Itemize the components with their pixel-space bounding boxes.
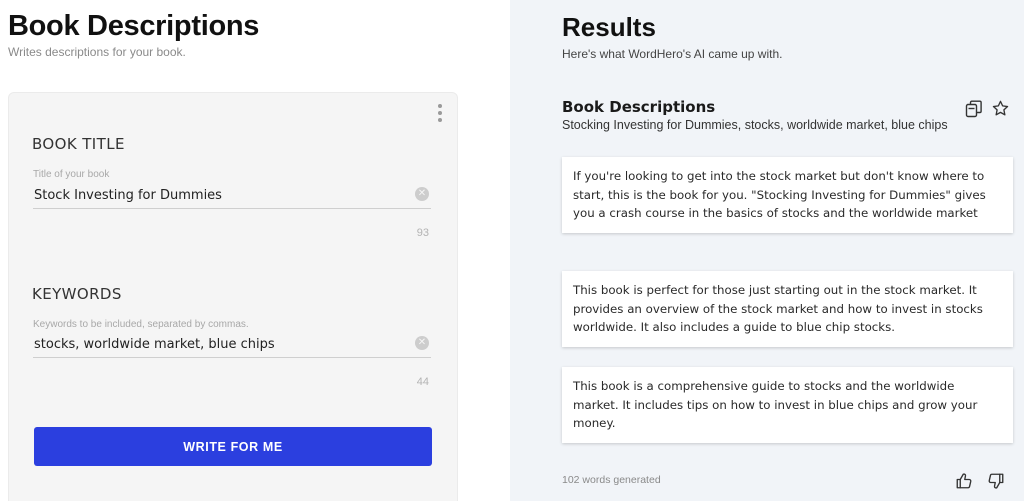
thumbs-down-icon[interactable] [987,472,1005,490]
thumbs-up-icon[interactable] [955,472,973,490]
keywords-field-label: Keywords to be included, separated by co… [33,319,249,330]
clear-icon[interactable]: ✕ [415,336,429,350]
book-title-char-count: 93 [416,227,429,239]
keywords-section-label: KEYWORDS [32,285,122,303]
output-title: Book Descriptions [562,98,716,116]
result-card-3: This book is a comprehensive guide to st… [562,367,1013,443]
book-title-section-label: BOOK TITLE [32,135,125,153]
keywords-char-count: 44 [416,376,429,388]
results-panel: Results Here's what WordHero's AI came u… [510,0,1024,501]
copy-icon[interactable] [965,100,983,118]
results-subtitle: Here's what WordHero's AI came up with. [562,47,783,61]
words-generated-count: 102 words generated [562,474,661,486]
page-title: Book Descriptions [8,10,260,42]
clear-icon[interactable]: ✕ [415,187,429,201]
page-subtitle: Writes descriptions for your book. [8,45,186,59]
keywords-input[interactable] [33,332,431,358]
result-card-2: This book is perfect for those just star… [562,271,1013,347]
book-title-field-label: Title of your book [33,169,110,180]
form-panel: Book Descriptions Writes descriptions fo… [0,0,510,501]
results-title: Results [562,12,656,42]
star-icon[interactable] [991,99,1010,118]
write-for-me-button[interactable]: WRITE FOR ME [34,427,432,466]
form-card: BOOK TITLE Title of your book ✕ 93 KEYWO… [8,92,458,501]
result-card-1: If you're looking to get into the stock … [562,157,1013,233]
output-keywords: Stocking Investing for Dummies, stocks, … [562,118,948,132]
book-title-input[interactable] [33,183,431,209]
kebab-menu-icon[interactable] [437,104,443,122]
